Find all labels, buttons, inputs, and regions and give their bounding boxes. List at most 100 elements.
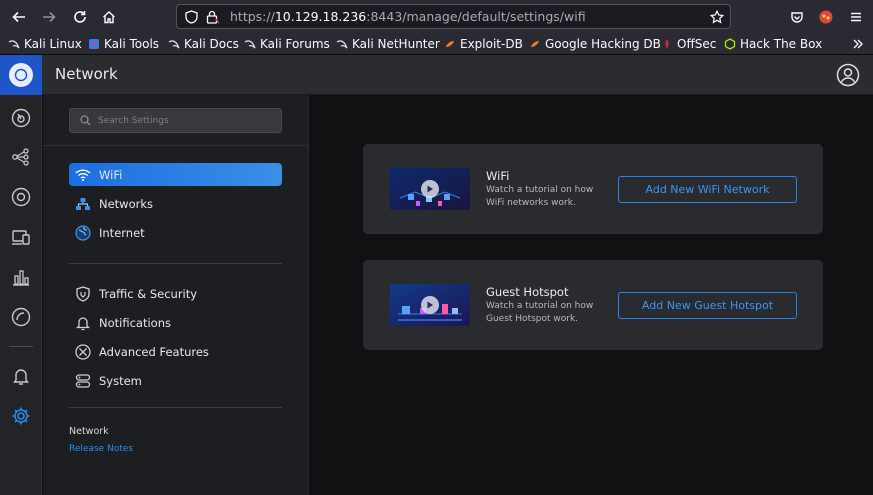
rail-notifications[interactable]	[10, 365, 32, 387]
hamburger-icon	[851, 12, 861, 22]
reload-icon	[74, 11, 86, 23]
networks-icon	[74, 195, 92, 213]
bell-icon	[13, 369, 29, 385]
bookmark-label: Kali Tools	[104, 37, 160, 51]
bookmark-kali-tools[interactable]: Kali Tools	[88, 36, 159, 52]
rail-clients[interactable]	[10, 226, 32, 248]
forward-button[interactable]	[38, 6, 60, 28]
rail-divider	[9, 346, 33, 347]
guest-hotspot-tutorial-video-thumbnail[interactable]	[390, 284, 470, 326]
arrow-right-icon	[43, 11, 56, 23]
pocket-button[interactable]	[786, 6, 808, 28]
card-description: Watch a tutorial on how Guest Hotspot wo…	[486, 301, 594, 324]
menu-item-label: System	[99, 373, 142, 388]
menu-button[interactable]	[845, 6, 867, 28]
release-notes-link[interactable]: Release Notes	[69, 444, 133, 454]
rail-insights[interactable]	[10, 306, 32, 328]
menu-item-label: WiFi	[99, 167, 123, 182]
menu-divider	[69, 263, 282, 264]
rail-dashboard[interactable]	[10, 107, 32, 129]
insights-icon	[11, 307, 31, 327]
bookmark-label: Google Hacking DB	[545, 37, 661, 51]
menu-item-networks[interactable]: Networks	[69, 192, 282, 215]
menu-item-advanced-features[interactable]: Advanced Features	[69, 340, 282, 363]
kali-dragon-icon	[336, 38, 348, 50]
shield-icon	[74, 285, 92, 303]
bookmark-kali-nethunter[interactable]: Kali NetHunter	[336, 36, 440, 52]
wifi-icon	[74, 166, 92, 184]
chevron-double-right-icon	[852, 38, 864, 50]
panel-divider	[43, 145, 309, 146]
search-settings-input[interactable]	[98, 112, 278, 130]
menu-item-label: Notifications	[99, 315, 171, 330]
add-new-guest-hotspot-button[interactable]: Add New Guest Hotspot	[618, 292, 797, 319]
add-new-wifi-network-button[interactable]: Add New WiFi Network	[618, 176, 797, 203]
exploit-db-icon	[444, 38, 456, 50]
user-avatar-button[interactable]	[836, 63, 860, 87]
wifi-tutorial-video-thumbnail[interactable]	[390, 168, 470, 210]
globe-icon	[74, 224, 92, 242]
exploit-db-icon	[529, 38, 541, 50]
url-scheme: https://	[230, 9, 275, 24]
footer-app-name: Network	[69, 426, 109, 437]
bookmark-label: Exploit-DB	[460, 37, 523, 51]
bookmark-hack-the-box[interactable]: Hack The Box	[724, 36, 822, 52]
page-title: Network	[55, 65, 118, 83]
url-bar[interactable]: https://10.129.18.236:8443/manage/defaul…	[176, 4, 731, 29]
guest-hotspot-card: Guest Hotspot Watch a tutorial on how Gu…	[363, 260, 823, 350]
bookmarks-overflow-button[interactable]	[852, 36, 868, 52]
card-title: WiFi	[486, 169, 510, 183]
menu-item-traffic-security[interactable]: Traffic & Security	[69, 282, 282, 305]
home-icon	[103, 11, 115, 24]
search-settings-box	[69, 108, 282, 133]
rail-devices[interactable]	[10, 186, 32, 208]
rail-settings[interactable]	[10, 405, 32, 427]
bookmark-google-hacking-db[interactable]: Google Hacking DB	[529, 36, 661, 52]
menu-item-wifi[interactable]: WiFi	[69, 163, 282, 186]
reload-button[interactable]	[69, 6, 91, 28]
extension-button[interactable]	[815, 6, 837, 28]
bookmark-star-icon[interactable]	[710, 10, 724, 24]
bookmark-kali-docs[interactable]: Kali Docs	[168, 36, 239, 52]
app-header: Network	[0, 55, 873, 95]
card-title: Guest Hotspot	[486, 285, 569, 299]
main-content: WiFi Watch a tutorial on how WiFi networ…	[310, 95, 873, 495]
play-button[interactable]	[421, 180, 439, 198]
clients-icon	[12, 230, 30, 245]
kali-dragon-icon	[168, 38, 180, 50]
home-button[interactable]	[98, 6, 120, 28]
menu-item-notifications[interactable]: Notifications	[69, 311, 282, 334]
dashboard-gauge-icon	[11, 108, 31, 128]
play-icon	[427, 185, 433, 193]
rail-topology[interactable]	[10, 146, 32, 168]
search-icon	[80, 115, 91, 126]
devices-icon	[11, 187, 31, 207]
browser-toolbar: https://10.129.18.236:8443/manage/defaul…	[0, 0, 873, 33]
bar-chart-icon	[13, 270, 29, 286]
menu-item-system[interactable]: System	[69, 369, 282, 392]
extension-icon	[819, 10, 833, 24]
kali-dragon-icon	[244, 38, 256, 50]
bookmark-label: Kali Docs	[184, 37, 239, 51]
play-button[interactable]	[421, 296, 439, 314]
menu-item-label: Networks	[99, 196, 154, 211]
menu-item-label: Traffic & Security	[99, 286, 198, 301]
bookmark-label: OffSec	[677, 37, 717, 51]
user-avatar-icon	[836, 63, 860, 87]
bookmark-offsec[interactable]: OffSec	[661, 36, 716, 52]
shield-tracking-icon	[185, 10, 198, 24]
bookmarks-bar: Kali Linux Kali Tools Kali Docs Kali For…	[0, 33, 873, 55]
menu-item-internet[interactable]: Internet	[69, 221, 282, 244]
app-logo[interactable]	[0, 55, 42, 95]
kali-dragon-icon	[8, 38, 20, 50]
bookmark-label: Kali Forums	[260, 37, 330, 51]
pocket-icon	[791, 12, 803, 23]
rail-statistics[interactable]	[10, 266, 32, 288]
left-navigation-rail	[0, 95, 42, 495]
url-path: :8443/manage/default/settings/wifi	[366, 9, 586, 24]
back-button[interactable]	[8, 6, 30, 28]
bookmark-kali-linux[interactable]: Kali Linux	[8, 36, 82, 52]
bookmark-label: Kali Linux	[24, 37, 82, 51]
bookmark-exploit-db[interactable]: Exploit-DB	[444, 36, 523, 52]
bookmark-kali-forums[interactable]: Kali Forums	[244, 36, 330, 52]
